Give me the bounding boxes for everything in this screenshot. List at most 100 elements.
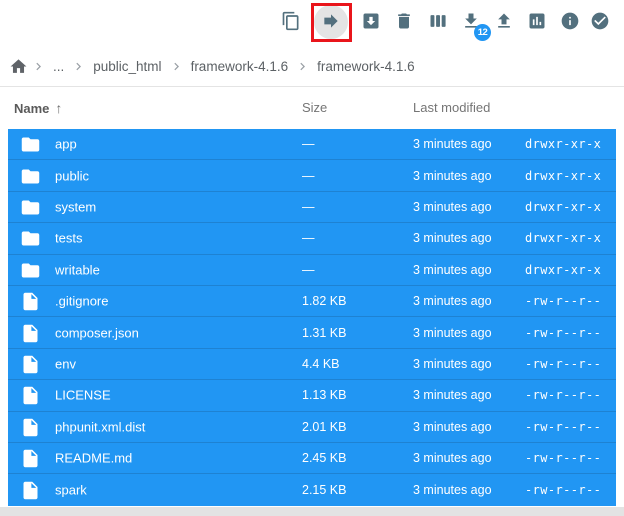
table-row[interactable]: env 4.4 KB 3 minutes ago -rw-r--r-- xyxy=(8,349,616,380)
file-size: 2.45 KB xyxy=(302,451,346,465)
info-button[interactable] xyxy=(558,10,582,34)
table-row[interactable]: public — 3 minutes ago drwxr-xr-x xyxy=(8,160,616,191)
breadcrumb-item[interactable]: framework-4.1.6 xyxy=(317,59,415,74)
download-button[interactable]: 12 xyxy=(459,10,483,34)
chevron-right-icon xyxy=(68,59,89,74)
table-row[interactable]: README.md 2.45 KB 3 minutes ago -rw-r--r… xyxy=(8,443,616,474)
file-name: public xyxy=(55,168,89,183)
stats-button[interactable] xyxy=(525,10,549,34)
chevron-right-icon xyxy=(28,59,49,74)
file-size: 4.4 KB xyxy=(302,357,340,371)
file-modified: 3 minutes ago xyxy=(413,263,492,277)
columns-button[interactable] xyxy=(426,10,450,34)
file-size: — xyxy=(302,263,315,277)
table-row[interactable]: phpunit.xml.dist 2.01 KB 3 minutes ago -… xyxy=(8,412,616,443)
file-name: system xyxy=(55,200,96,215)
upload-icon xyxy=(494,11,514,34)
file-modified: 3 minutes ago xyxy=(413,137,492,151)
file-size: — xyxy=(302,231,315,245)
table-row[interactable]: composer.json 1.31 KB 3 minutes ago -rw-… xyxy=(8,317,616,348)
download-count-badge: 12 xyxy=(474,24,491,41)
file-modified: 3 minutes ago xyxy=(413,451,492,465)
file-modified: 3 minutes ago xyxy=(413,169,492,183)
file-size: 1.13 KB xyxy=(302,388,346,402)
file-icon xyxy=(20,323,42,343)
breadcrumb: ... public_html framework-4.1.6 framewor… xyxy=(0,46,624,87)
breadcrumb-item[interactable]: ... xyxy=(53,59,64,74)
move-button[interactable] xyxy=(319,10,343,34)
file-permissions: drwxr-xr-x xyxy=(525,169,601,183)
file-name: spark xyxy=(55,483,87,498)
file-modified: 3 minutes ago xyxy=(413,326,492,340)
upload-button[interactable] xyxy=(492,10,516,34)
file-size: 2.01 KB xyxy=(302,420,346,434)
column-header-size[interactable]: Size xyxy=(302,100,327,115)
select-all-button[interactable] xyxy=(588,10,612,34)
file-icon xyxy=(20,385,42,405)
folder-icon xyxy=(20,260,42,280)
check-circle-icon xyxy=(590,11,610,34)
copy-button[interactable] xyxy=(279,10,303,34)
trash-icon xyxy=(394,11,414,34)
file-permissions: -rw-r--r-- xyxy=(525,420,601,434)
table-row[interactable]: .gitignore 1.82 KB 3 minutes ago -rw-r--… xyxy=(8,286,616,317)
file-name: env xyxy=(55,357,76,372)
file-permissions: -rw-r--r-- xyxy=(525,451,601,465)
file-icon xyxy=(20,480,42,500)
file-size: 1.31 KB xyxy=(302,326,346,340)
toolbar: 12 xyxy=(0,0,624,46)
file-icon xyxy=(20,354,42,374)
folder-icon xyxy=(20,166,42,186)
file-permissions: drwxr-xr-x xyxy=(525,231,601,245)
file-icon xyxy=(20,448,42,468)
file-name: .gitignore xyxy=(55,294,108,309)
table-row[interactable]: app — 3 minutes ago drwxr-xr-x xyxy=(8,129,616,160)
file-permissions: drwxr-xr-x xyxy=(525,137,601,151)
archive-download-icon xyxy=(361,11,381,34)
file-size: 2.15 KB xyxy=(302,483,346,497)
file-name: composer.json xyxy=(55,325,139,340)
bar-chart-icon xyxy=(527,11,547,34)
columns-icon xyxy=(428,11,448,34)
archive-download-button[interactable] xyxy=(359,10,383,34)
file-name: writable xyxy=(55,262,100,277)
column-header-name[interactable]: Name↑ xyxy=(14,100,62,116)
file-permissions: -rw-r--r-- xyxy=(525,388,601,402)
file-name: tests xyxy=(55,231,82,246)
table-row[interactable]: tests — 3 minutes ago drwxr-xr-x xyxy=(8,223,616,254)
file-permissions: drwxr-xr-x xyxy=(525,200,601,214)
table-row[interactable]: spark 2.15 KB 3 minutes ago -rw-r--r-- xyxy=(8,474,616,505)
table-row[interactable]: writable — 3 minutes ago drwxr-xr-x xyxy=(8,255,616,286)
file-modified: 3 minutes ago xyxy=(413,231,492,245)
table-row[interactable]: LICENSE 1.13 KB 3 minutes ago -rw-r--r-- xyxy=(8,380,616,411)
file-size: — xyxy=(302,169,315,183)
breadcrumb-item[interactable]: public_html xyxy=(93,59,161,74)
file-modified: 3 minutes ago xyxy=(413,200,492,214)
move-arrow-icon xyxy=(321,11,341,34)
file-size: — xyxy=(302,200,315,214)
copy-icon xyxy=(281,11,301,34)
file-permissions: -rw-r--r-- xyxy=(525,357,601,371)
file-modified: 3 minutes ago xyxy=(413,420,492,434)
file-permissions: drwxr-xr-x xyxy=(525,263,601,277)
table-header: Name↑ Size Last modified xyxy=(0,88,624,128)
file-permissions: -rw-r--r-- xyxy=(525,326,601,340)
page-bottom-edge xyxy=(0,507,624,516)
table-row[interactable]: system — 3 minutes ago drwxr-xr-x xyxy=(8,192,616,223)
column-header-modified[interactable]: Last modified xyxy=(413,100,490,115)
file-modified: 3 minutes ago xyxy=(413,483,492,497)
sort-ascending-icon: ↑ xyxy=(55,100,62,116)
file-size: 1.82 KB xyxy=(302,294,346,308)
file-permissions: -rw-r--r-- xyxy=(525,483,601,497)
folder-icon xyxy=(20,134,42,154)
folder-icon xyxy=(20,228,42,248)
file-modified: 3 minutes ago xyxy=(413,357,492,371)
info-icon xyxy=(560,11,580,34)
delete-button[interactable] xyxy=(392,10,416,34)
folder-icon xyxy=(20,197,42,217)
breadcrumb-item[interactable]: framework-4.1.6 xyxy=(191,59,289,74)
home-icon[interactable] xyxy=(9,57,28,76)
file-permissions: -rw-r--r-- xyxy=(525,294,601,308)
file-modified: 3 minutes ago xyxy=(413,294,492,308)
file-icon xyxy=(20,291,42,311)
